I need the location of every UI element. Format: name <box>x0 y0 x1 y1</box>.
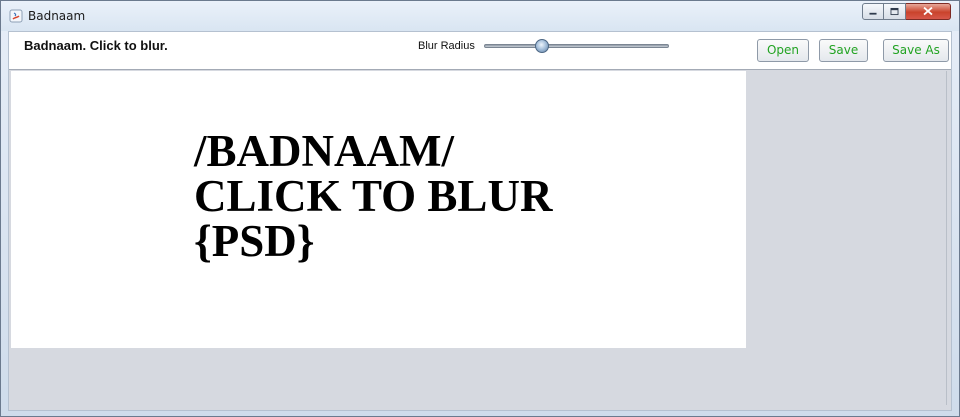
workspace-frame-edge <box>946 71 947 405</box>
window-title: Badnaam <box>28 9 86 23</box>
save-button[interactable]: Save <box>819 39 868 62</box>
maximize-button[interactable] <box>884 3 906 20</box>
title-bar[interactable]: Badnaam <box>1 1 959 31</box>
minimize-icon <box>869 12 877 15</box>
window-controls <box>862 3 951 22</box>
toolbar: Badnaam. Click to blur. Blur Radius Open… <box>9 32 951 67</box>
blur-radius-label: Blur Radius <box>418 40 475 52</box>
app-window: Badnaam Badnaam. Click to blur. Blur Rad… <box>0 0 960 417</box>
close-icon <box>923 6 933 16</box>
slider-track[interactable] <box>484 44 669 48</box>
canvas-line-2: CLICK TO BLUR <box>194 171 553 221</box>
java-icon <box>9 9 23 23</box>
canvas-text: /BADNAAM/ CLICK TO BLUR {PSD} <box>194 129 552 264</box>
canvas-line-3: {PSD} <box>194 216 315 266</box>
status-label: Badnaam. Click to blur. <box>24 38 168 53</box>
image-canvas[interactable]: /BADNAAM/ CLICK TO BLUR {PSD} <box>11 71 746 348</box>
close-button[interactable] <box>906 3 951 20</box>
save-as-button[interactable]: Save As <box>883 39 949 62</box>
canvas-line-1: /BADNAAM/ <box>194 126 454 176</box>
minimize-button[interactable] <box>862 3 884 20</box>
open-button[interactable]: Open <box>757 39 809 62</box>
slider-thumb[interactable] <box>535 39 549 53</box>
image-workspace: /BADNAAM/ CLICK TO BLUR {PSD} <box>9 69 951 410</box>
blur-radius-slider[interactable] <box>484 39 669 53</box>
client-area: Badnaam. Click to blur. Blur Radius Open… <box>8 31 952 411</box>
maximize-icon <box>890 7 899 16</box>
